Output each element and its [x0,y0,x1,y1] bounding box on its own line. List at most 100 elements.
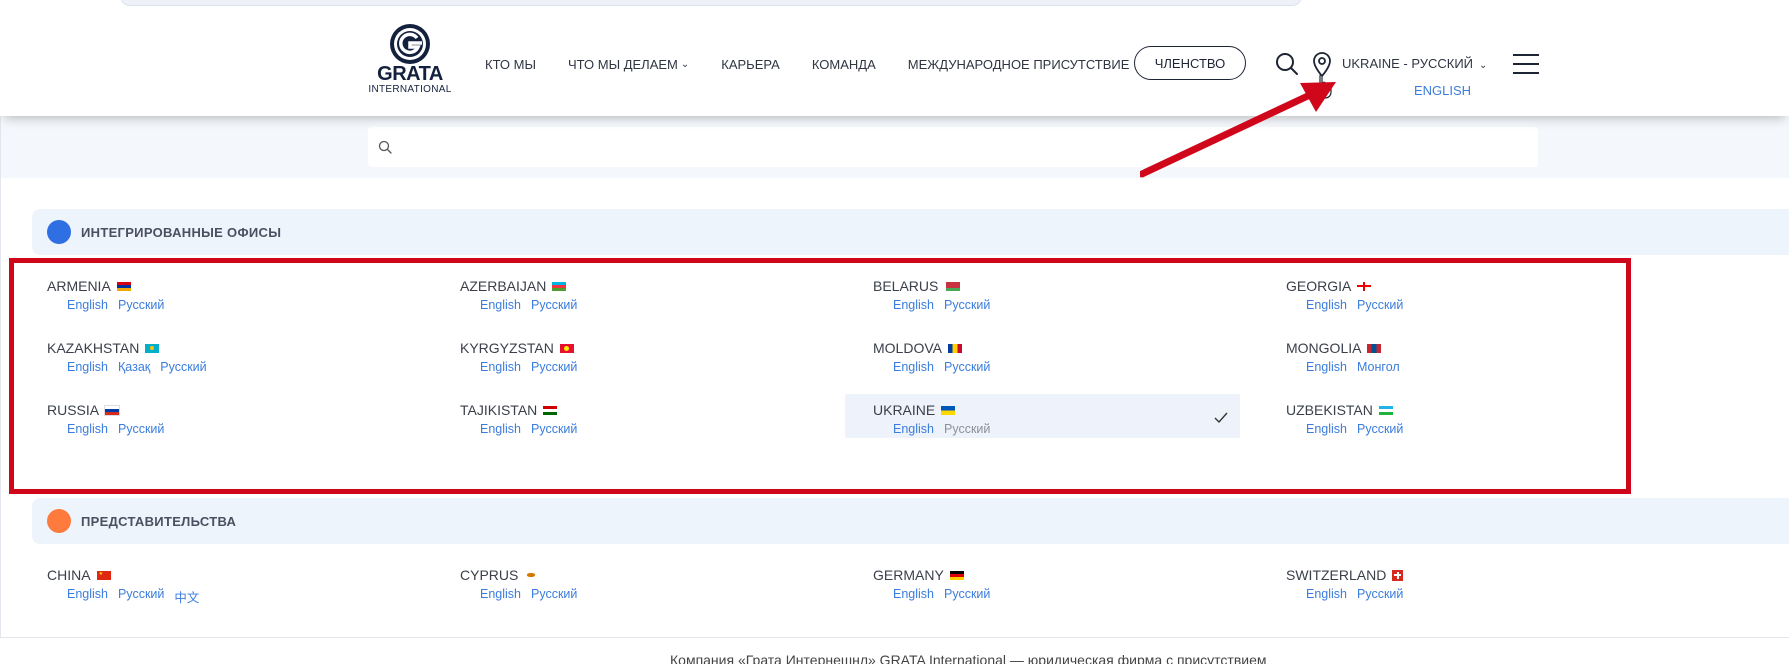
country-name-text: CHINA [47,567,91,583]
kazakhstan-flag-icon [145,343,160,353]
country-name: CHINA ★ [47,567,111,583]
language-link[interactable]: Русский [1357,422,1403,436]
language-link[interactable]: English [67,360,108,374]
country-item-mongolia[interactable]: MONGOLIA English Монгол [1271,332,1721,382]
moldova-flag-icon [947,343,962,353]
search-icon[interactable] [1275,52,1299,76]
country-item-belarus[interactable]: BELARUS English Русский [858,270,1308,320]
language-links: English Русский [480,298,587,312]
country-item-ukraine[interactable]: UKRAINE English Русский [845,394,1240,438]
country-name: ARMENIA [47,278,131,294]
country-item-moldova[interactable]: MOLDOVA English Русский [858,332,1308,382]
switzerland-flag-icon [1392,569,1404,581]
language-link[interactable]: English [1306,587,1347,601]
nav-item-what-we-do[interactable]: ЧТО МЫ ДЕЛАЕМ ⌄ [568,57,689,72]
language-link[interactable]: English [893,587,934,601]
country-item-azerbaijan[interactable]: AZERBAIJAN English Русский [445,270,895,320]
language-links: English Монгол [1306,360,1410,374]
language-link[interactable]: Русский [944,422,990,436]
language-link[interactable]: Русский [531,360,577,374]
country-item-georgia[interactable]: GEORGIA English Русский [1271,270,1721,320]
language-link[interactable]: English [67,422,108,436]
language-link[interactable]: Русский [118,298,164,312]
language-link[interactable]: English [67,587,108,606]
language-links: English Русский [1306,587,1413,601]
country-name-text: KAZAKHSTAN [47,340,140,356]
country-name-text: ARMENIA [47,278,111,294]
language-links: English Русский [480,422,587,436]
language-link[interactable]: Русский [118,422,164,436]
language-link[interactable]: English [893,298,934,312]
country-item-uzbekistan[interactable]: UZBEKISTAN English Русский [1271,394,1721,444]
language-link[interactable]: Монгол [1357,360,1400,374]
language-link[interactable]: English [1306,298,1347,312]
language-links: English Русский [893,298,1000,312]
georgia-flag-icon [1357,281,1372,291]
country-item-kyrgyzstan[interactable]: KYRGYZSTAN English Русский [445,332,895,382]
grata-logo[interactable]: GRATA INTERNATIONAL [365,22,455,112]
language-link[interactable]: Қазақ [118,360,150,374]
language-link[interactable]: English [893,360,934,374]
language-link[interactable]: Русский [531,587,577,601]
nav-item-career[interactable]: КАРЬЕРА [721,57,780,72]
language-link[interactable]: Русский [118,587,164,606]
mongolia-flag-icon [1367,343,1382,353]
country-name-text: GEORGIA [1286,278,1352,294]
nav-item-label: КТО МЫ [485,56,536,72]
belarus-flag-icon [944,281,961,291]
site-header: GRATA INTERNATIONAL КТО МЫ ЧТО МЫ ДЕЛАЕМ… [0,12,1789,116]
country-item-china[interactable]: CHINA ★ English Русский 中文 [32,559,482,609]
country-item-kazakhstan[interactable]: KAZAKHSTAN English Қазақ Русский [32,332,482,382]
checkmark-icon [1214,412,1228,424]
english-language-link[interactable]: ENGLISH [1414,83,1471,98]
country-name: GEORGIA [1286,278,1372,294]
membership-button[interactable]: ЧЛЕНСТВО [1134,46,1246,80]
country-item-germany[interactable]: GERMANY English Русский [858,559,1308,609]
country-name-text: AZERBAIJAN [460,278,547,294]
armenia-flag-icon [116,281,131,291]
section-integrated-offices: ИНТЕГРИРОВАННЫЕ ОФИСЫ [32,209,1789,255]
nav-item-who-we-are[interactable]: КТО МЫ [485,57,536,72]
country-item-tajikistan[interactable]: TAJIKISTAN English Русский [445,394,895,444]
language-link[interactable]: Русский [944,587,990,601]
language-link[interactable]: English [893,422,934,436]
browser-bar [120,0,1302,6]
language-links: English Русский [893,422,1000,436]
nav-item-team[interactable]: КОМАНДА [812,57,876,72]
office-selector-panel: ИНТЕГРИРОВАННЫЕ ОФИСЫ ARMENIA English Русс… [0,116,1789,638]
country-name-text: CYPRUS [460,567,519,583]
country-name: BELARUS [873,278,961,294]
country-item-switzerland[interactable]: SWITZERLAND English Русский [1271,559,1721,609]
country-name-text: SWITZERLAND [1286,567,1387,583]
office-search-input[interactable] [402,133,1526,163]
language-link[interactable]: Русский [1357,298,1403,312]
country-name-text: MONGOLIA [1286,340,1362,356]
tajikistan-flag-icon [543,405,558,415]
language-link[interactable]: Русский [1357,587,1403,601]
chevron-down-icon: ⌄ [1479,60,1488,71]
cyprus-flag-icon [524,570,539,580]
country-item-russia[interactable]: RUSSIA English Русский [32,394,482,444]
language-link[interactable]: Русский [944,298,990,312]
location-language-select[interactable]: UKRAINE - РУССКИЙ ⌄ [1342,56,1487,71]
country-item-cyprus[interactable]: CYPRUS English Русский [445,559,895,609]
language-link[interactable]: Русский [944,360,990,374]
hamburger-menu-icon[interactable] [1513,54,1539,74]
country-item-armenia[interactable]: ARMENIA English Русский [32,270,482,320]
language-link[interactable]: Русский [160,360,206,374]
language-link[interactable]: Русский [531,422,577,436]
language-link[interactable]: English [480,298,521,312]
language-link[interactable]: 中文 [174,587,199,606]
language-link[interactable]: Русский [531,298,577,312]
country-name: AZERBAIJAN [460,278,567,294]
nav-item-label: КАРЬЕРА [721,56,780,72]
language-link[interactable]: English [1306,422,1347,436]
chevron-down-icon: ⌄ [680,58,690,70]
country-name: KAZAKHSTAN [47,340,160,356]
language-link[interactable]: English [480,422,521,436]
language-link[interactable]: English [1306,360,1347,374]
language-link[interactable]: English [480,587,521,601]
nav-item-international-presence[interactable]: МЕЖДУНАРОДНОЕ ПРИСУТСТВИЕ [908,57,1130,72]
language-link[interactable]: English [480,360,521,374]
language-link[interactable]: English [67,298,108,312]
